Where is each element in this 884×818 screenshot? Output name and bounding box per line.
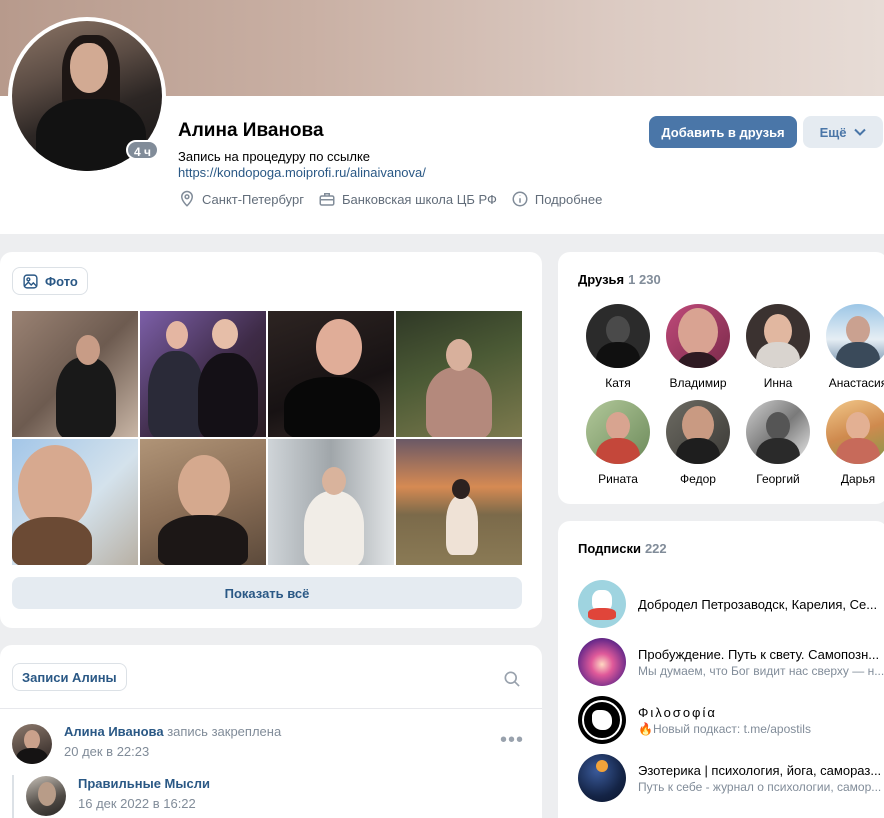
show-all-photos-button[interactable]: Показать всё [12, 577, 522, 609]
subscription-avatar [578, 696, 626, 744]
friend-item[interactable]: Федор [658, 400, 738, 486]
friend-item[interactable]: Анастасия [818, 304, 884, 390]
photo-thumbnail[interactable] [396, 311, 522, 437]
friend-avatar [746, 304, 810, 368]
friends-count: 1 230 [628, 272, 661, 287]
friend-item[interactable]: Катя [578, 304, 658, 390]
friend-item[interactable]: Рината [578, 400, 658, 486]
more-actions-button[interactable]: Ещё [803, 116, 883, 148]
online-badge: 4 ч [126, 140, 159, 160]
subscription-item[interactable]: Φιλοσοφία 🔥Новый подкаст: t.me/apostils [578, 691, 884, 749]
friend-avatar [586, 304, 650, 368]
post-author-avatar[interactable] [12, 724, 52, 764]
repost-date[interactable]: 16 дек 2022 в 16:22 [78, 796, 210, 811]
subscriptions-title[interactable]: Подписки 222 [578, 541, 667, 556]
add-friend-button[interactable]: Добавить в друзья [649, 116, 797, 148]
photo-thumbnail[interactable] [140, 311, 266, 437]
friend-avatar [586, 400, 650, 464]
friend-avatar [666, 400, 730, 464]
briefcase-icon [319, 193, 335, 206]
friend-item[interactable]: Владимир [658, 304, 738, 390]
friend-item[interactable]: Дарья [818, 400, 884, 486]
post-more-icon[interactable]: ••• [500, 730, 524, 750]
status-link[interactable]: https://kondopoga.moiprofi.ru/alinaivano… [178, 165, 426, 180]
chevron-down-icon [854, 128, 867, 136]
post-date[interactable]: 20 дек в 22:23 [64, 744, 281, 759]
photo-thumbnail[interactable] [12, 439, 138, 565]
subscription-avatar [578, 754, 626, 802]
photo-thumbnail[interactable] [268, 311, 394, 437]
friend-avatar [826, 400, 884, 464]
subscriptions-card: Подписки 222 Добродел Петрозаводск, Карел… [558, 521, 884, 818]
photo-thumbnail[interactable] [12, 311, 138, 437]
info-work[interactable]: Банковская школа ЦБ РФ [318, 190, 497, 208]
profile-status: Запись на процедуру по ссылке https://ko… [178, 149, 578, 181]
repost-author-name[interactable]: Правильные Мысли [78, 776, 210, 791]
posts-tab[interactable]: Записи Алины [12, 663, 127, 691]
friend-avatar [666, 304, 730, 368]
friends-card: Друзья 1 230 Катя Владимир Инна Анастасия… [558, 252, 884, 504]
subscription-avatar [578, 580, 626, 628]
friends-title[interactable]: Друзья 1 230 [578, 272, 661, 287]
search-icon [504, 671, 520, 687]
subscription-item[interactable]: Добродел Петрозаводск, Карелия, Се... [578, 575, 884, 633]
divider [0, 708, 542, 709]
status-text: Запись на процедуру по ссылке [178, 149, 371, 164]
posts-card: Записи Алины Алина Иванова запись закреп… [0, 645, 542, 818]
friend-item[interactable]: Инна [738, 304, 818, 390]
info-more-details[interactable]: Подробнее [511, 190, 602, 208]
profile-name: Алина Иванова [178, 120, 324, 141]
post-author-name[interactable]: Алина Иванова [64, 724, 164, 739]
photo-icon [23, 273, 38, 289]
friend-avatar [826, 304, 884, 368]
location-pin-icon [180, 190, 194, 207]
photo-grid [12, 311, 522, 565]
pinned-post-header: Алина Иванова запись закреплена 20 дек в… [12, 724, 281, 764]
repost-author-avatar[interactable] [26, 776, 66, 816]
repost-line [12, 775, 14, 818]
subscription-avatar [578, 638, 626, 686]
friends-grid: Катя Владимир Инна Анастасия Рината Федо… [578, 304, 884, 486]
photo-thumbnail[interactable] [268, 439, 394, 565]
subscription-item[interactable]: Эзотерика | психология, йога, самораз...… [578, 749, 884, 807]
photo-thumbnail[interactable] [396, 439, 522, 565]
photo-thumbnail[interactable] [140, 439, 266, 565]
info-circle-icon [512, 191, 528, 207]
friend-item[interactable]: Георгий [738, 400, 818, 486]
info-city: Санкт-Петербург [178, 190, 304, 208]
pinned-note: запись закреплена [163, 724, 282, 739]
search-posts-button[interactable] [502, 669, 522, 689]
profile-info-row: Санкт-Петербург Банковская школа ЦБ РФ П… [178, 190, 602, 208]
photos-tab[interactable]: Фото [12, 267, 88, 295]
subscription-item[interactable]: Пробуждение. Путь к свету. Самопозн... М… [578, 633, 884, 691]
subscriptions-list: Добродел Петрозаводск, Карелия, Се... Пр… [578, 575, 884, 807]
subscriptions-count: 222 [644, 541, 667, 556]
repost-header: Правильные Мысли 16 дек 2022 в 16:22 [26, 776, 210, 816]
friend-avatar [746, 400, 810, 464]
photos-card: Фото Показать всё [0, 252, 542, 628]
